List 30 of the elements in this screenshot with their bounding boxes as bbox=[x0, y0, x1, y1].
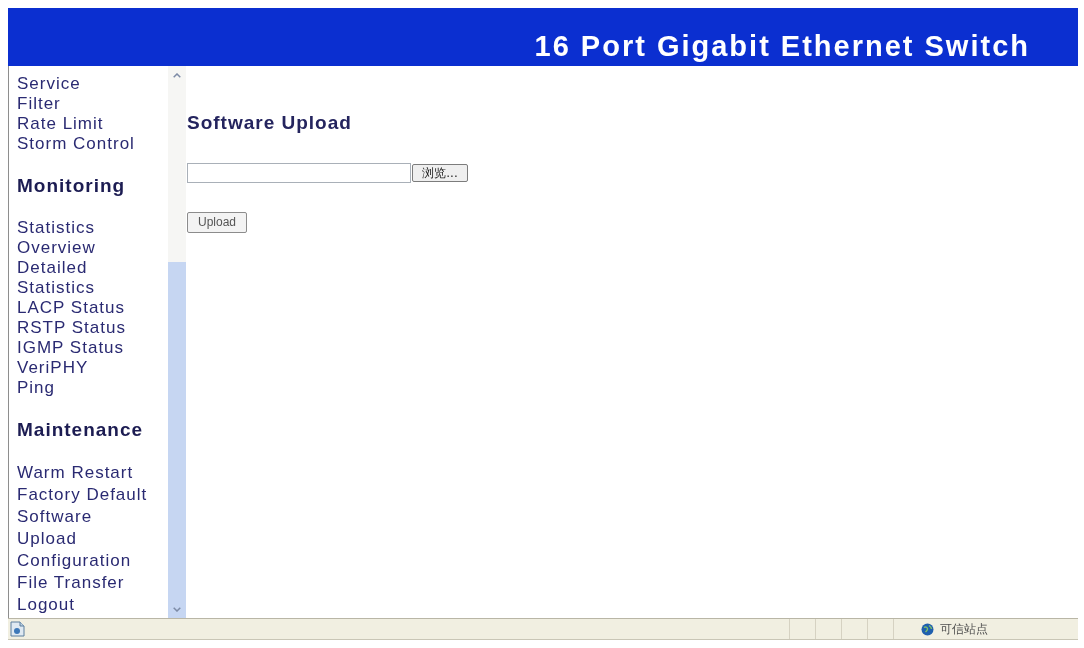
sidebar-link[interactable]: Factory Default bbox=[17, 484, 153, 506]
status-zone-text: 可信站点 bbox=[940, 622, 988, 636]
caret-up-icon bbox=[173, 72, 181, 78]
page-title: Software Upload bbox=[187, 112, 352, 134]
sidebar-heading: Monitoring bbox=[17, 176, 126, 196]
sidebar-link[interactable]: LACP Status bbox=[17, 298, 153, 318]
globe-icon bbox=[921, 622, 934, 636]
sidebar-link[interactable]: Statistics Overview bbox=[17, 218, 153, 258]
file-path-field[interactable] bbox=[187, 163, 411, 183]
sidebar-link[interactable]: Software Upload bbox=[17, 506, 153, 550]
sidebar-link[interactable]: Logout bbox=[17, 594, 153, 616]
page-icon bbox=[10, 621, 25, 637]
scroll-down-button[interactable] bbox=[168, 600, 186, 618]
sidebar-link[interactable]: Configuration File Transfer bbox=[17, 550, 153, 594]
sidebar-link[interactable]: Storm Control bbox=[17, 134, 153, 154]
scrollbar-thumb[interactable] bbox=[168, 262, 186, 600]
sidebar-link[interactable]: IGMP Status bbox=[17, 338, 153, 358]
sidebar-link[interactable]: Service bbox=[17, 74, 153, 94]
sidebar-link[interactable]: Warm Restart bbox=[17, 462, 153, 484]
browse-button[interactable]: 浏览... bbox=[412, 164, 468, 182]
sidebar-link[interactable]: Filter bbox=[17, 94, 153, 114]
sidebar-link[interactable]: Rate Limit bbox=[17, 114, 153, 134]
sidebar-link[interactable]: RSTP Status bbox=[17, 318, 153, 338]
caret-down-icon bbox=[173, 606, 181, 612]
sidebar-link[interactable]: VeriPHY bbox=[17, 358, 153, 378]
header-title: 16 Port Gigabit Ethernet Switch bbox=[534, 32, 1030, 61]
upload-button[interactable]: Upload bbox=[187, 212, 247, 233]
sidebar-heading: Maintenance bbox=[17, 420, 144, 440]
sidebar-link[interactable]: Detailed Statistics bbox=[17, 258, 153, 298]
sidebar-link[interactable]: Ping bbox=[17, 378, 153, 398]
